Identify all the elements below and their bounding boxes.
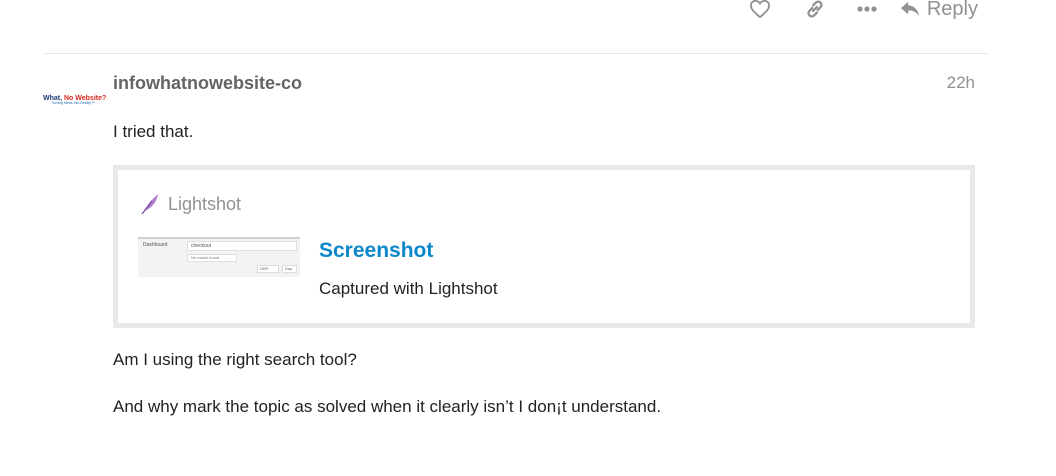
avatar[interactable]: What, No Website? Turning Ideas Into Rea… — [43, 95, 106, 115]
thumbnail-toolbar — [138, 237, 300, 239]
onebox-description: Captured with Lightshot — [319, 279, 498, 298]
copy-link-button[interactable] — [795, 0, 835, 20]
heart-icon — [749, 0, 770, 19]
thumbnail-dashboard-label: Dashboard — [143, 242, 168, 248]
more-icon — [857, 6, 877, 12]
thumbnail-currency: GBP — [257, 265, 279, 273]
reply-label: Reply — [926, 0, 978, 20]
link-onebox: Lightshot Dashboard checkout No match fo… — [113, 165, 975, 328]
post-divider — [43, 53, 989, 54]
post-paragraph: Am I using the right search tool? — [113, 350, 357, 369]
reply-button[interactable]: Reply — [899, 0, 978, 21]
onebox-title-link[interactable]: Screenshot — [319, 239, 433, 263]
avatar-logo-tagline: Turning Ideas Into Reality™ — [51, 101, 95, 105]
thumbnail-search-value: checkout — [187, 241, 297, 251]
link-icon — [807, 0, 823, 18]
more-button[interactable] — [847, 5, 887, 13]
post-paragraph: And why mark the topic as solved when it… — [113, 397, 662, 416]
post-paragraph: I tried that. — [113, 122, 194, 141]
onebox-source-label: Lightshot — [168, 193, 242, 214]
username[interactable]: infowhatnowebsite-co — [113, 73, 302, 94]
post-date[interactable]: 22h — [947, 73, 975, 93]
discourse-post-page: Reply What, No Website? Turning Ideas In… — [0, 0, 1056, 476]
reply-icon — [900, 1, 919, 17]
post-actions: Reply — [740, 0, 978, 26]
feather-icon — [141, 194, 158, 215]
like-button[interactable] — [740, 0, 780, 19]
thumbnail-no-match: No match found — [187, 254, 237, 262]
onebox-source[interactable]: Lightshot — [140, 193, 241, 215]
thumbnail-period: Day — [282, 265, 297, 273]
onebox-thumbnail[interactable]: Dashboard checkout No match found GBP Da… — [138, 237, 300, 277]
